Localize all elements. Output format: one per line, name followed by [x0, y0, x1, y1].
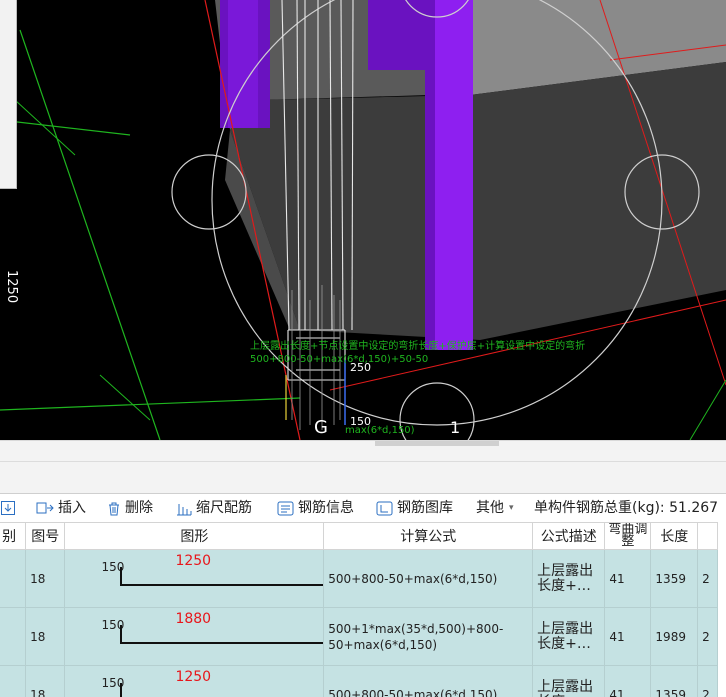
arrow-down-icon	[0, 500, 16, 516]
insert-button[interactable]: 插入	[36, 497, 86, 519]
cell-bend[interactable]: 41	[604, 665, 652, 697]
table-row[interactable]: 18 150 1250 500+800-50+max(6*d,150) 上层露出…	[0, 549, 718, 608]
insert-row-icon	[36, 501, 54, 515]
table-header-row: 别 图号 图形 计算公式 公式描述 弯曲调整 长度	[0, 522, 718, 550]
col-header-figure-no[interactable]: 图号	[25, 522, 66, 550]
rebar-note-line2: 500+800-50+max(6*d,150)+50-50	[250, 354, 428, 365]
cell-extra[interactable]: 2	[697, 665, 718, 697]
axis-label-1: 1	[450, 418, 460, 437]
panel-splitter[interactable]	[0, 440, 726, 493]
other-menu-button[interactable]: 其他 ▾	[476, 497, 514, 519]
cell-figure-no[interactable]: 18	[25, 549, 66, 608]
cell-bend[interactable]: 41	[604, 607, 652, 666]
rebar-library-button[interactable]: 钢筋图库	[376, 497, 453, 519]
rebar-note-line1: 上层露出长度+节点设置中设定的弯折长度+保护层+计算设置中设定的弯折	[250, 339, 585, 352]
other-label: 其他	[476, 500, 504, 516]
cell-length[interactable]: 1359	[650, 549, 699, 608]
rebar-toolbar: 插入 删除 缩尺配筋 钢筋信息 钢筋图库 其他 ▾ 单构件钢筋总重(kg): 5…	[0, 493, 726, 522]
shape-main-length[interactable]: 1250	[175, 553, 211, 569]
cell-formula[interactable]: 500+1*max(35*d,500)+800-50+max(6*d,150)	[323, 607, 534, 666]
splitter-grip[interactable]	[375, 441, 499, 446]
col-header-formula[interactable]: 计算公式	[323, 522, 534, 550]
cell-type[interactable]	[0, 607, 27, 666]
col-header-shape[interactable]: 图形	[64, 522, 325, 550]
col-header-bend-adjust[interactable]: 弯曲调整	[604, 522, 652, 550]
table-row[interactable]: 18 150 1250 500+800-50+max(6*d,150) 上层露出…	[0, 665, 718, 697]
shape-main-line	[120, 584, 323, 586]
rebar-library-label: 钢筋图库	[397, 500, 453, 516]
cell-figure-no[interactable]: 18	[25, 607, 66, 666]
splitter-divider	[0, 461, 726, 462]
total-weight-label: 单构件钢筋总重(kg):	[534, 500, 665, 516]
cell-type[interactable]	[0, 549, 27, 608]
wall-face-main	[230, 62, 726, 340]
cell-formula[interactable]: 500+800-50+max(6*d,150)	[323, 549, 534, 608]
grid-line-green	[0, 119, 131, 136]
scale-rebar-label: 缩尺配筋	[196, 500, 252, 516]
gallery-icon	[376, 501, 393, 516]
side-dim-label: 1250	[4, 270, 19, 303]
rebar-note-formula: max(6*d,150)	[345, 425, 415, 436]
cell-desc[interactable]: 上层露出长度+…	[532, 607, 606, 666]
rebar-info-button[interactable]: 钢筋信息	[277, 497, 354, 519]
scale-rebar-button[interactable]: 缩尺配筋	[176, 497, 252, 519]
cell-figure-no[interactable]: 18	[25, 665, 66, 697]
delete-label: 删除	[125, 500, 153, 516]
insert-down-button[interactable]	[0, 497, 20, 519]
cell-shape[interactable]: 150 1250	[64, 549, 325, 608]
axis-label-g: G	[314, 417, 328, 438]
col-header-length[interactable]: 长度	[650, 522, 699, 550]
shape-hook-line	[120, 567, 123, 585]
3d-viewport[interactable]: 250 150 上层露出长度+节点设置中设定的弯折长度+保护层+计算设置中设定的…	[0, 0, 726, 440]
purple-column-mid	[368, 0, 428, 70]
table-row[interactable]: 18 150 1880 500+1*max(35*d,500)+800-50+m…	[0, 607, 718, 666]
cell-type[interactable]	[0, 665, 27, 697]
cell-desc[interactable]: 上层露出长度+…	[532, 549, 606, 608]
cell-shape[interactable]: 150 1250	[64, 665, 325, 697]
chevron-down-icon: ▾	[509, 503, 514, 513]
col-header-type[interactable]: 别	[0, 522, 27, 550]
shape-main-length[interactable]: 1880	[175, 611, 211, 627]
total-weight-display: 单构件钢筋总重(kg): 51.267	[534, 497, 718, 519]
shape-main-length[interactable]: 1250	[175, 669, 211, 685]
col-header-desc[interactable]: 公式描述	[532, 522, 606, 550]
insert-label: 插入	[58, 500, 86, 516]
ruler-icon	[176, 501, 192, 516]
trash-icon	[107, 501, 121, 516]
total-weight-value: 51.267	[669, 500, 719, 516]
cell-extra[interactable]: 2	[697, 607, 718, 666]
shape-hook-line	[120, 625, 123, 643]
cell-extra[interactable]: 2	[697, 549, 718, 608]
rebar-grid: 别 图号 图形 计算公式 公式描述 弯曲调整 长度 18 150 1250 50…	[0, 522, 726, 697]
shape-hook-line	[120, 683, 123, 697]
cell-formula[interactable]: 500+800-50+max(6*d,150)	[323, 665, 534, 697]
col-header-extra[interactable]	[697, 522, 718, 550]
delete-button[interactable]: 删除	[107, 497, 153, 519]
cell-desc[interactable]: 上层露出长度+…	[532, 665, 606, 697]
floating-panel-edge[interactable]	[0, 0, 17, 189]
cell-length[interactable]: 1359	[650, 665, 699, 697]
3d-scene: 250 150 上层露出长度+节点设置中设定的弯折长度+保护层+计算设置中设定的…	[0, 0, 726, 440]
cell-length[interactable]: 1989	[650, 607, 699, 666]
rebar-info-label: 钢筋信息	[298, 500, 354, 516]
shape-main-line	[120, 642, 323, 644]
info-list-icon	[277, 501, 294, 516]
cell-bend[interactable]: 41	[604, 549, 652, 608]
cell-shape[interactable]: 150 1880	[64, 607, 325, 666]
rebar-table: 别 图号 图形 计算公式 公式描述 弯曲调整 长度 18 150 1250 50…	[0, 522, 718, 697]
